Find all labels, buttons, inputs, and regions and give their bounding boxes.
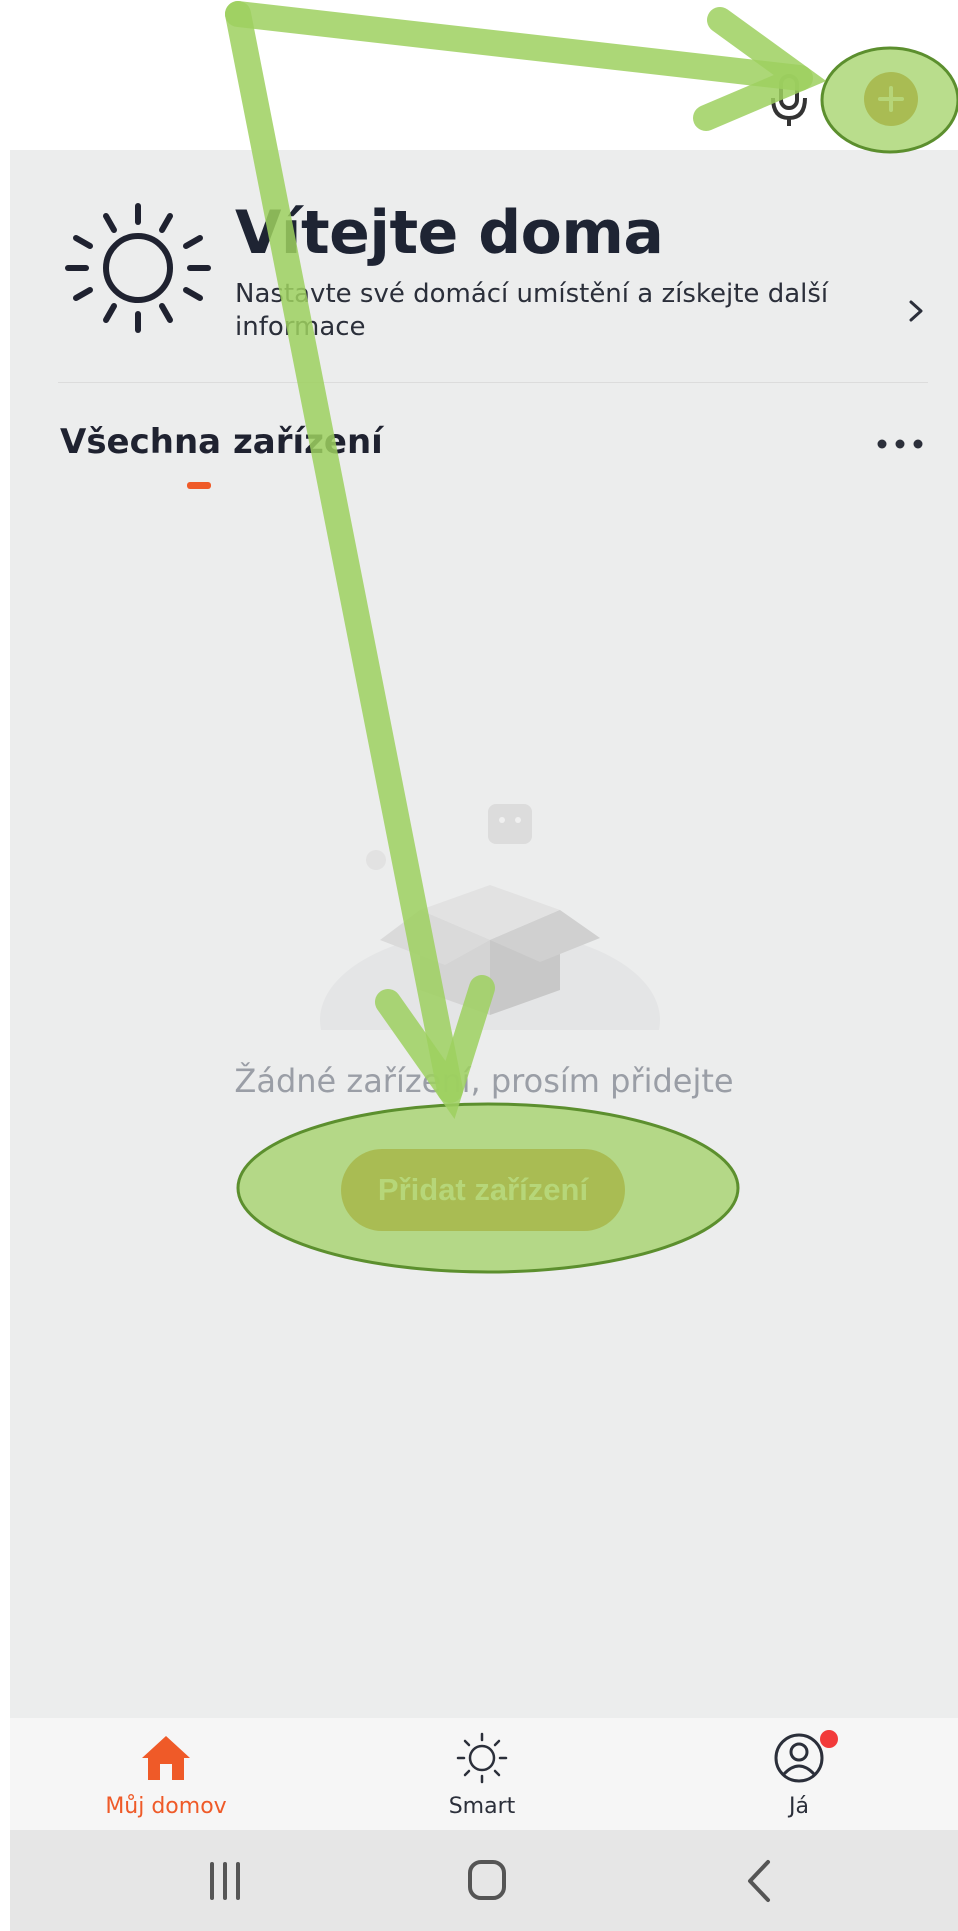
add-device-button[interactable]: Přidat zařízení — [341, 1149, 625, 1231]
tab-active-indicator — [187, 482, 211, 489]
profile-icon — [774, 1733, 824, 1783]
microphone-icon[interactable] — [765, 70, 813, 130]
back-icon[interactable] — [734, 1858, 784, 1904]
smart-sun-icon — [456, 1732, 508, 1784]
top-bar — [0, 0, 958, 150]
nav-label-home: Můj domov — [105, 1794, 227, 1819]
nav-item-me[interactable]: Já — [699, 1718, 899, 1830]
welcome-title: Vítejte doma — [235, 198, 664, 268]
sun-icon — [65, 203, 211, 333]
system-navigation-bar — [10, 1830, 958, 1931]
recent-apps-icon[interactable] — [200, 1858, 250, 1904]
empty-box-illustration — [320, 804, 660, 1030]
add-button[interactable] — [864, 72, 918, 126]
tab-all-devices[interactable]: Všechna zařízení — [60, 422, 383, 462]
nav-label-me: Já — [789, 1794, 809, 1819]
home-button-icon[interactable] — [462, 1858, 512, 1904]
more-options-icon[interactable] — [870, 432, 930, 456]
chevron-right-icon[interactable] — [905, 296, 927, 326]
welcome-subtitle: Nastavte své domácí umístění a získejte … — [235, 279, 829, 342]
home-content: Vítejte doma Nastavte své domácí umístěn… — [10, 150, 958, 1718]
nav-item-smart[interactable]: Smart — [382, 1718, 582, 1830]
divider — [58, 382, 928, 383]
empty-state-message: Žádné zařízení, prosím přidejte — [234, 1062, 734, 1100]
bottom-navigation: Můj domov Smart Já — [10, 1718, 958, 1830]
nav-item-home[interactable]: Můj domov — [66, 1718, 266, 1830]
plus-icon — [878, 86, 904, 112]
nav-label-smart: Smart — [448, 1794, 516, 1819]
home-icon — [142, 1736, 190, 1780]
notification-badge — [820, 1730, 838, 1748]
welcome-card[interactable]: Vítejte doma Nastavte své domácí umístěn… — [10, 150, 958, 382]
